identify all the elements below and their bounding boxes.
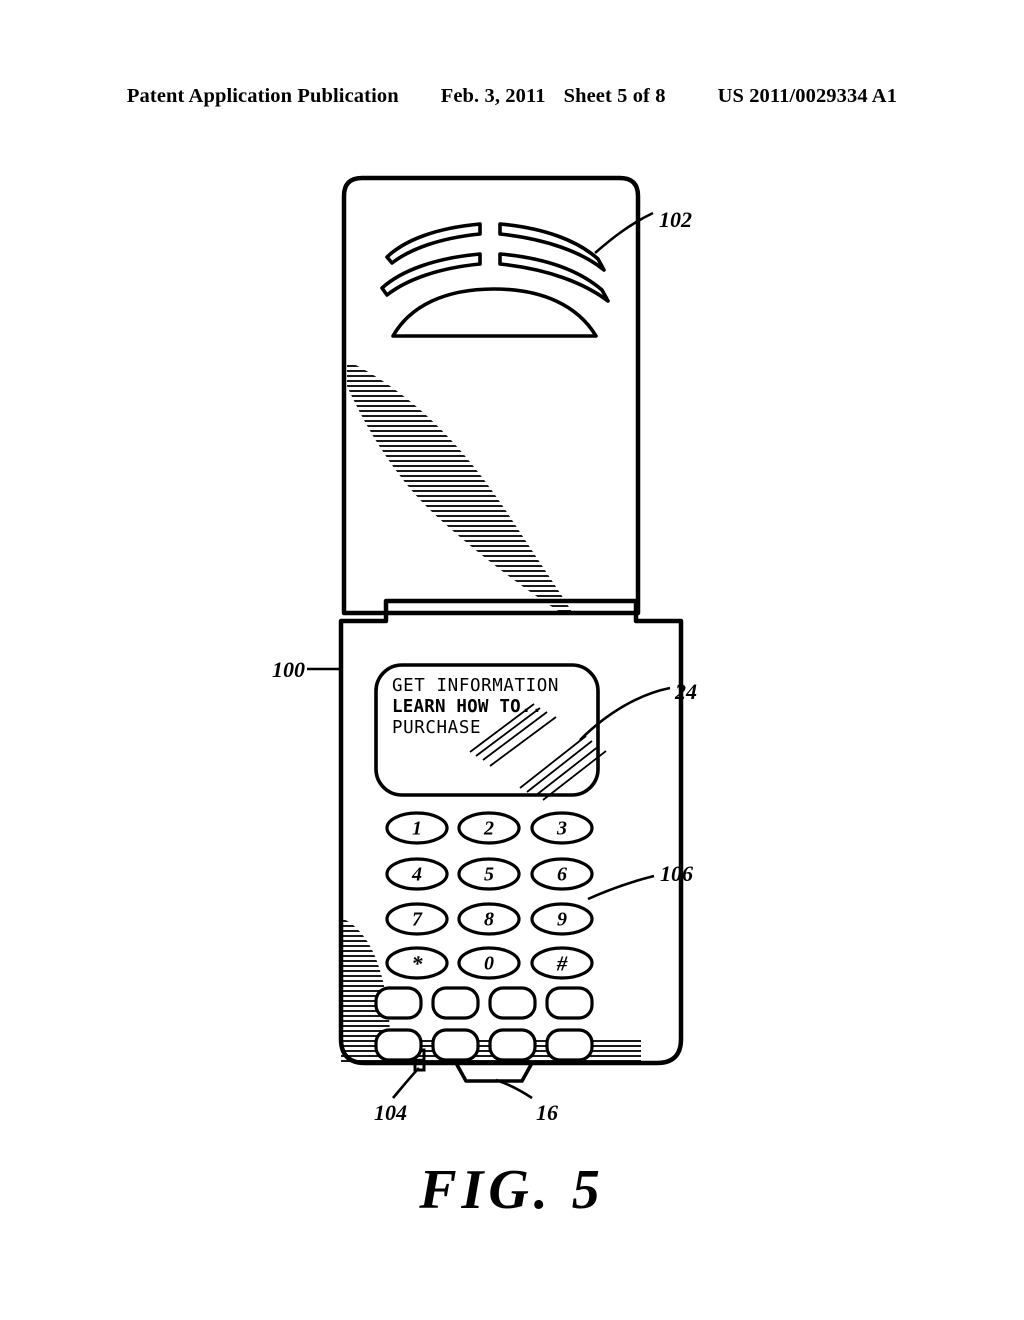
keypad-key-label-7: 7 (412, 908, 422, 931)
reference-numeral-106: 106 (660, 861, 693, 886)
keypad-key-label-2: 2 (484, 817, 494, 840)
reference-numeral-102: 102 (659, 207, 692, 232)
keypad-key-label-0: 0 (484, 952, 494, 975)
menu-item-purchase[interactable]: PURCHASE (392, 718, 592, 739)
phone-upper-lid (341, 175, 654, 616)
soft-key-r2-c3[interactable] (488, 1028, 537, 1062)
reference-numeral-100: 100 (272, 657, 305, 682)
menu-item-get-information[interactable]: GET INFORMATION (392, 676, 592, 697)
reference-numeral-24: 24 (675, 679, 697, 704)
soft-key-r1-c4[interactable] (545, 986, 594, 1020)
speaker-grille (380, 222, 610, 338)
soft-key-r2-c4[interactable] (545, 1028, 594, 1062)
soft-key-r1-c1[interactable] (374, 986, 423, 1020)
reference-numeral-16: 16 (536, 1100, 558, 1125)
keypad-key-label-1: 1 (412, 817, 422, 840)
keypad-key-label-8: 8 (484, 908, 494, 931)
soft-key-r1-c3[interactable] (488, 986, 537, 1020)
figure-caption: FIG. 5 (419, 1159, 605, 1221)
screen-menu-list[interactable]: GET INFORMATION LEARN HOW TO.. PURCHASE (392, 676, 592, 739)
keypad-key-label-6: 6 (557, 863, 567, 886)
keypad-key-label-4: 4 (412, 863, 422, 886)
patent-figure: GET INFORMATION LEARN HOW TO.. PURCHASE … (0, 0, 1024, 1320)
phone-drawing-svg (307, 175, 684, 1100)
keypad-key-label-5: 5 (484, 863, 494, 886)
keypad-key-label-star: * (411, 951, 423, 976)
reference-numeral-104: 104 (374, 1100, 407, 1125)
menu-item-learn-how-to[interactable]: LEARN HOW TO.. (392, 697, 592, 718)
keypad-key-label-3: 3 (557, 817, 567, 840)
lid-shading (347, 363, 572, 611)
soft-key-r2-c2[interactable] (431, 1028, 480, 1062)
keypad-key-label-hash: # (556, 951, 568, 976)
keypad-key-label-9: 9 (557, 908, 567, 931)
soft-key-r2-c1[interactable] (374, 1028, 423, 1062)
soft-key-r1-c2[interactable] (431, 986, 480, 1020)
